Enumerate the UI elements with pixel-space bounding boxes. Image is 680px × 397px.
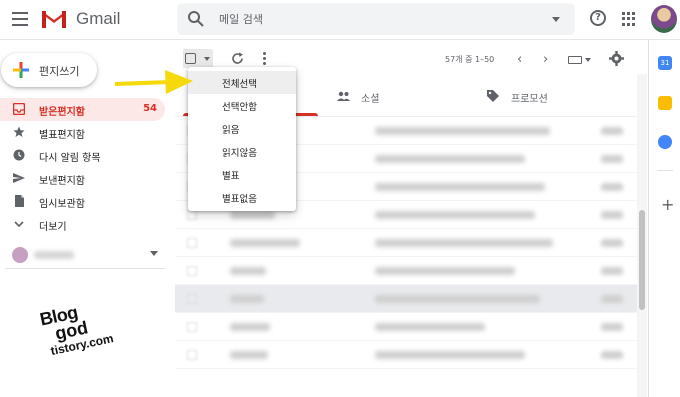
menu-item-label: 읽음 [222,125,240,136]
sidebar-item-snoozed[interactable]: 다시 알림 항목 [0,144,165,167]
search-input[interactable]: 메일 검색 [219,11,263,27]
people-icon [337,91,350,101]
tab-promotions[interactable]: 프로모션 [485,78,625,116]
table-row[interactable] [175,341,637,369]
menu-item-unstarred[interactable]: 별표없음 [188,186,296,209]
chevron-right-icon[interactable]: › [543,52,548,67]
tab-label: 소셜 [361,94,380,105]
main-menu-icon[interactable] [12,12,28,26]
avatar [12,247,28,263]
avatar[interactable] [651,5,677,33]
plus-icon [13,62,29,78]
apps-grid-icon[interactable] [622,12,636,26]
panel-divider [657,170,673,171]
star-icon [13,126,25,137]
menu-item-select-none[interactable]: 선택안함 [188,94,296,117]
sidebar-item-label: 받은편지함 [39,107,85,118]
chevron-left-icon[interactable]: ‹ [517,52,522,67]
refresh-icon[interactable] [231,52,244,65]
pagination-text: 57개 중 1–50 [445,55,495,64]
tasks-icon[interactable] [658,135,672,149]
hangouts-user[interactable] [12,247,158,263]
blog-watermark: Blog god tistory.com [38,296,115,359]
menu-item-label: 읽지않음 [222,148,257,159]
search-bar[interactable]: 메일 검색 [177,3,575,35]
app-name[interactable]: Gmail [76,9,120,29]
menu-item-select-all[interactable]: 전체선택 [188,71,296,94]
menu-item-read[interactable]: 읽음 [188,117,296,140]
menu-item-unread[interactable]: 읽지않음 [188,140,296,163]
menu-item-label: 전체선택 [222,79,257,90]
sidebar-item-label: 임시보관함 [39,199,85,210]
side-panel: 31 + [648,40,680,397]
tag-icon [487,90,499,102]
keyboard-icon[interactable] [568,56,582,64]
sidebar-item-drafts[interactable]: 임시보관함 [0,190,165,213]
compose-button[interactable]: 편지쓰기 [1,53,97,87]
search-icon[interactable] [187,10,205,28]
caret-down-icon[interactable] [585,58,591,62]
hangouts-user-name [34,251,74,259]
sidebar-item-label: 다시 알림 항목 [39,153,101,164]
table-row[interactable] [175,285,637,313]
chevron-down-icon[interactable] [150,251,158,256]
inbox-icon [13,103,25,115]
menu-item-starred[interactable]: 별표 [188,163,296,186]
table-row[interactable] [175,313,637,341]
menu-item-label: 선택안함 [222,102,257,113]
send-icon [13,173,25,183]
chevron-down-icon [14,221,24,228]
caret-down-icon[interactable] [204,57,210,61]
gear-icon[interactable] [609,51,624,66]
more-options-icon[interactable] [263,52,266,65]
gmail-logo-icon[interactable] [40,8,68,30]
table-row[interactable] [175,257,637,285]
annotation-arrow-icon [115,70,193,94]
scrollbar[interactable] [637,74,647,397]
sidebar-item-starred[interactable]: 별표편지함 [0,121,165,144]
clock-icon [13,149,25,161]
sidebar-divider [5,268,165,269]
draft-icon [15,195,24,207]
menu-item-label: 별표없음 [222,194,257,205]
search-options-icon[interactable] [552,17,560,22]
sidebar-item-label: 더보기 [39,222,67,233]
unread-count: 54 [143,103,157,114]
help-icon[interactable]: ? [590,10,606,26]
select-dropdown-menu: 전체선택 선택안함 읽음 읽지않음 별표 별표없음 [188,67,296,211]
tab-label: 프로모션 [511,94,548,105]
top-bar: Gmail 메일 검색 ? [0,0,680,40]
scrollbar-thumb[interactable] [639,210,645,310]
add-addon-icon[interactable]: + [661,195,674,214]
compose-label: 편지쓰기 [39,65,80,78]
tab-social[interactable]: 소셜 [335,78,465,116]
sidebar-item-sent[interactable]: 보낸편지함 [0,167,165,190]
table-row[interactable] [175,229,637,257]
sidebar-item-label: 별표편지함 [39,130,85,141]
calendar-icon[interactable]: 31 [658,56,672,70]
keep-icon[interactable] [658,96,672,110]
sidebar-item-more[interactable]: 더보기 [0,213,165,236]
sidebar-item-label: 보낸편지함 [39,176,85,187]
sidebar: 받은편지함 54 별표편지함 다시 알림 항목 보낸편지함 임시보관함 더보기 [0,98,165,236]
menu-item-label: 별표 [222,171,240,182]
